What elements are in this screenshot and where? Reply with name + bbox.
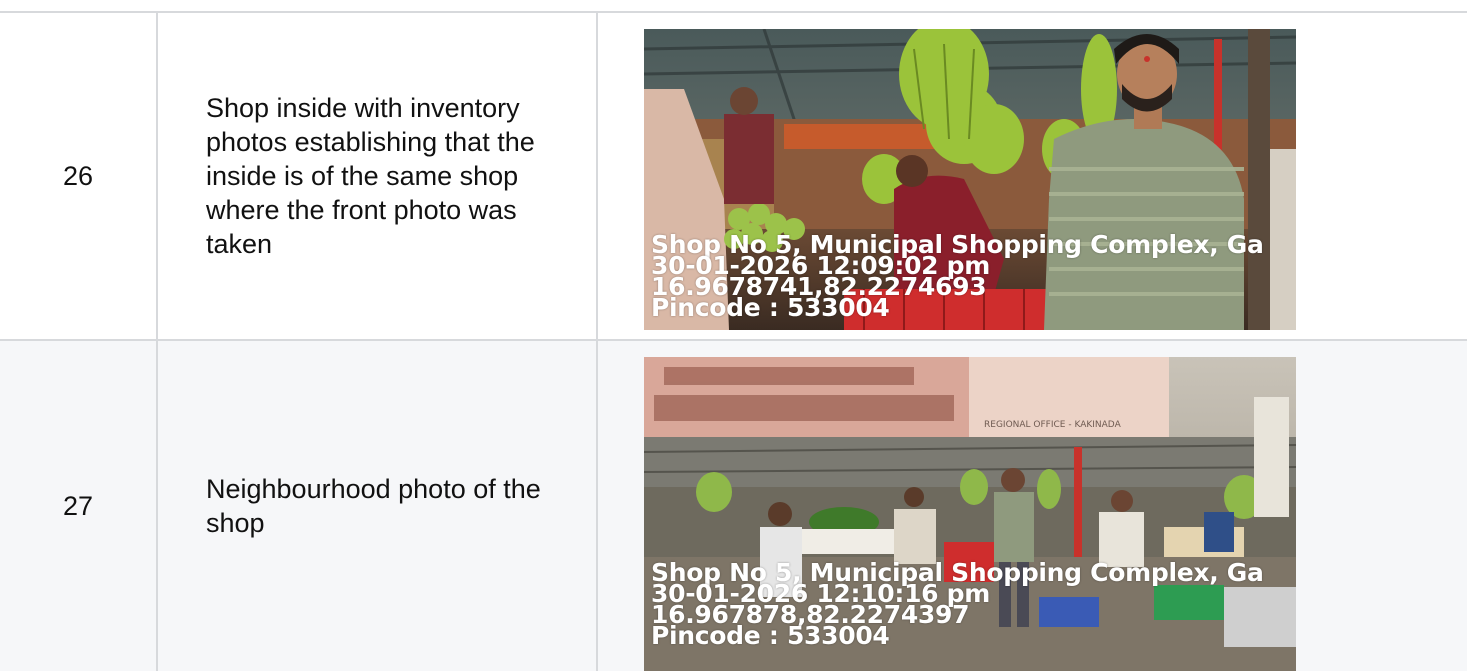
geo-timestamp-overlay: Shop No 5, Municipal Shopping Complex, G… [651, 560, 1264, 648]
row-number: 26 [0, 13, 158, 339]
records-table: 26 Shop inside with inventory photos est… [0, 11, 1467, 671]
photo-cell: Shop No 5, Municipal Shopping Complex, G… [598, 13, 1467, 339]
geo-timestamp-overlay: Shop No 5, Municipal Shopping Complex, G… [651, 232, 1264, 320]
table-row: 27 Neighbourhood photo of the shop REGIO… [0, 341, 1467, 671]
neighbourhood-photo: REGIONAL OFFICE - KAKINADA Shop No 5, Mu… [644, 357, 1296, 671]
row-description: Neighbourhood photo of the shop [158, 341, 598, 671]
photo-cell: REGIONAL OFFICE - KAKINADA Shop No 5, Mu… [598, 341, 1467, 671]
shop-inside-photo: Shop No 5, Municipal Shopping Complex, G… [644, 29, 1296, 330]
table-row: 26 Shop inside with inventory photos est… [0, 13, 1467, 341]
row-description: Shop inside with inventory photos establ… [158, 13, 598, 339]
banner-office-text: REGIONAL OFFICE - KAKINADA [984, 420, 1122, 430]
row-number: 27 [0, 341, 158, 671]
